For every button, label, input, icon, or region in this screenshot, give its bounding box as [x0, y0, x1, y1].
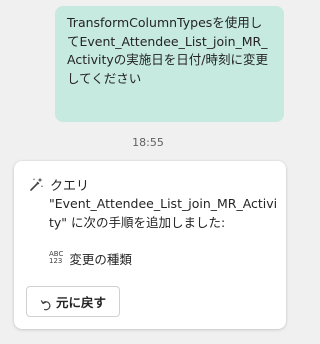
- magic-wand-icon: [28, 176, 44, 192]
- card-title: クエリ: [50, 178, 90, 194]
- card-body-text: "Event_Attendee_List_join_MR_Activity" に…: [49, 196, 278, 230]
- abc-icon-bottom: 123: [49, 257, 63, 265]
- response-card: クエリ "Event_Attendee_List_join_MR_Activit…: [14, 161, 286, 329]
- step-label: 変更の種類: [69, 251, 132, 267]
- message-timestamp: 18:55: [132, 136, 164, 149]
- undo-button[interactable]: 元に戻す: [26, 286, 120, 317]
- user-message-bubble: TransformColumnTypesを使用してEvent_Attendee_…: [55, 6, 284, 122]
- abc-123-icon: ABC 123: [49, 251, 63, 265]
- undo-button-label: 元に戻す: [55, 295, 106, 310]
- user-message-text: TransformColumnTypesを使用してEvent_Attendee_…: [67, 15, 268, 86]
- undo-icon: [40, 296, 52, 310]
- card-header: クエリ: [28, 175, 90, 194]
- applied-step-item: ABC 123 変更の種類: [49, 249, 132, 267]
